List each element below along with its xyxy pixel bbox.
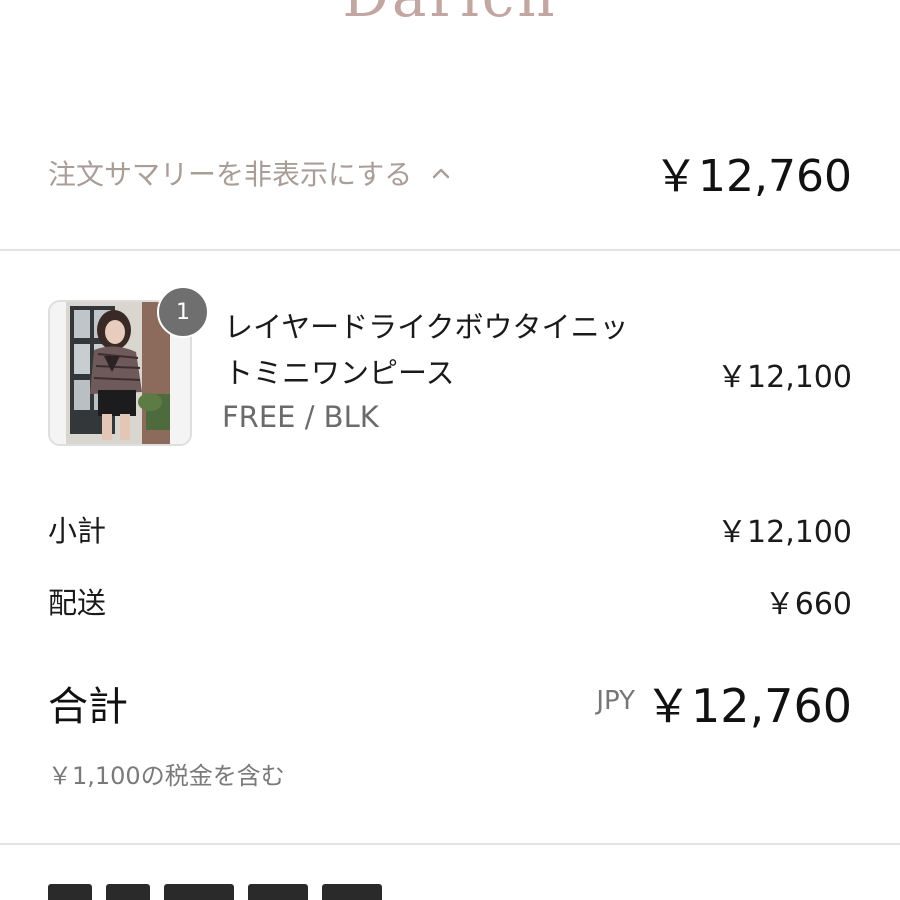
checkout-order-summary: Darich 注文サマリーを非表示にする ￥12,760	[0, 0, 900, 900]
subtotal-label: 小計	[48, 514, 107, 548]
shipping-value: ￥660	[764, 587, 852, 622]
currency-code: JPY	[596, 686, 635, 716]
grand-total-value: ￥12,760	[645, 679, 852, 733]
divider	[0, 843, 900, 845]
brand-logo[interactable]: Darich	[0, 0, 900, 30]
product-price: ￥12,100	[717, 360, 852, 395]
summary-toggle-label: 注文サマリーを非表示にする	[48, 158, 413, 191]
shipping-label: 配送	[48, 586, 107, 620]
subtotal-value: ￥12,100	[717, 515, 852, 550]
divider	[0, 249, 900, 251]
product-name: レイヤードライクボウタイニッ トミニワンピース	[224, 304, 664, 396]
tax-included-note: ￥1,100の税金を含む	[48, 762, 285, 790]
chevron-up-icon	[433, 168, 450, 179]
total-label: 合計	[48, 684, 128, 730]
quantity-badge: 1	[157, 286, 209, 338]
summary-total-price: ￥12,760	[654, 151, 852, 202]
clipped-next-section	[48, 884, 408, 900]
product-name-line-2: トミニワンピース	[224, 356, 455, 390]
product-variant: FREE / BLK	[222, 400, 379, 434]
product-name-line-1: レイヤードライクボウタイニッ	[224, 310, 629, 344]
hide-order-summary-toggle[interactable]: 注文サマリーを非表示にする	[48, 148, 452, 198]
